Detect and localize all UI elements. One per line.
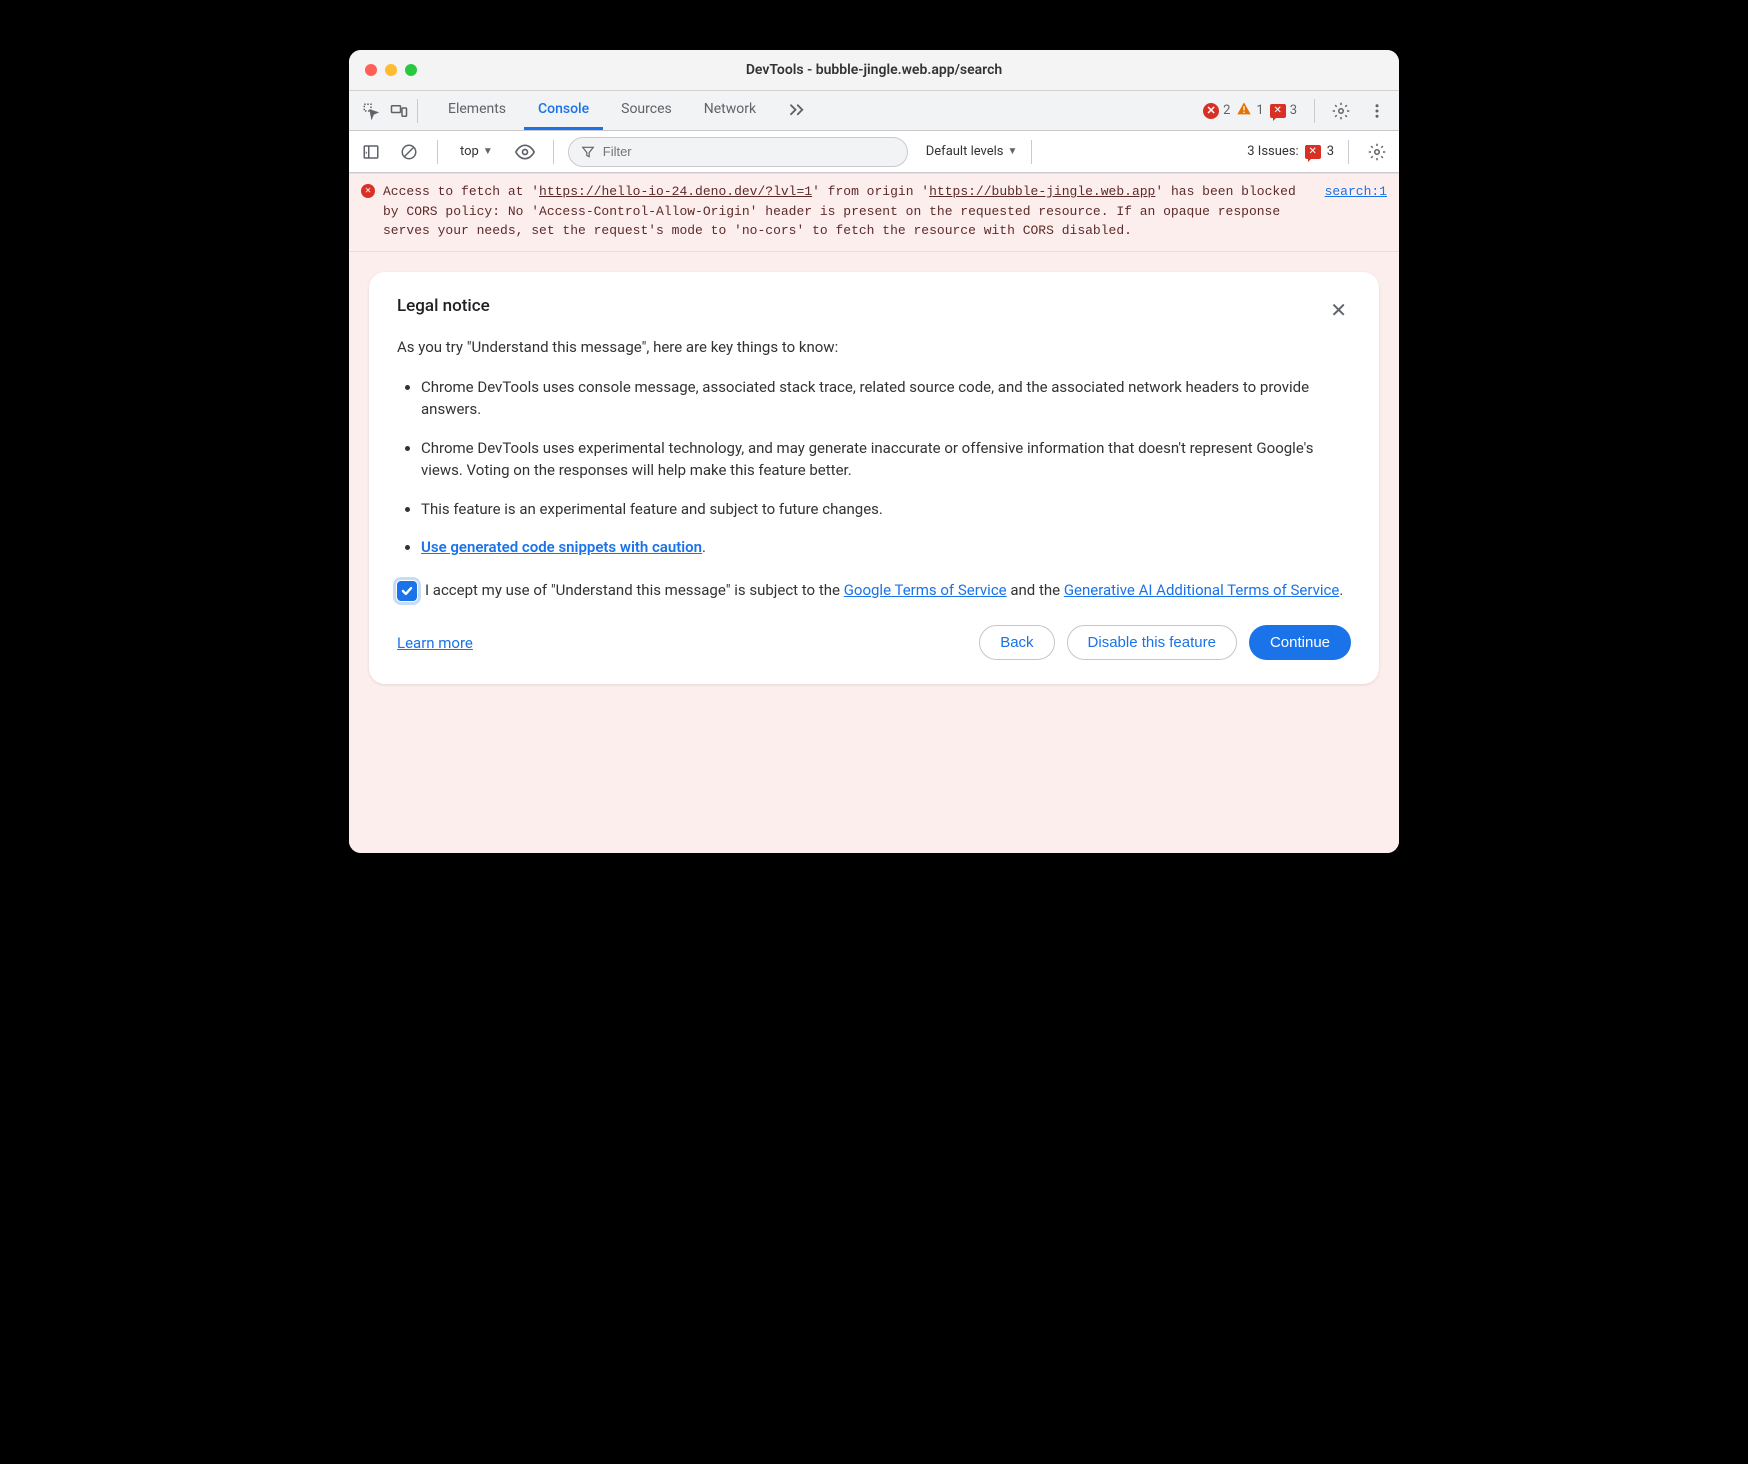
dialog-intro: As you try "Understand this message", he… bbox=[397, 338, 1351, 356]
maximize-window-button[interactable] bbox=[405, 64, 417, 76]
settings-icon[interactable] bbox=[1327, 97, 1355, 125]
divider bbox=[1348, 140, 1349, 164]
dialog-list: Chrome DevTools uses console message, as… bbox=[397, 376, 1351, 559]
warning-icon bbox=[1236, 101, 1252, 121]
dialog-header: Legal notice ✕ bbox=[397, 296, 1351, 324]
levels-label: Default levels bbox=[926, 144, 1004, 159]
levels-selector[interactable]: Default levels ▼ bbox=[926, 144, 1018, 159]
inspect-icon[interactable] bbox=[357, 97, 385, 125]
dialog-bullet: This feature is an experimental feature … bbox=[421, 498, 1351, 521]
divider bbox=[553, 140, 554, 164]
console-error-row[interactable]: ✕ Access to fetch at 'https://hello-io-2… bbox=[349, 173, 1399, 252]
console-body[interactable]: ✕ Access to fetch at 'https://hello-io-2… bbox=[349, 173, 1399, 853]
error-count: 2 bbox=[1223, 103, 1230, 118]
clear-console-icon[interactable] bbox=[395, 138, 423, 166]
chevron-down-icon: ▼ bbox=[1008, 146, 1018, 157]
error-source-link[interactable]: search:1 bbox=[1325, 182, 1387, 202]
chat-error-icon: ✕ bbox=[1270, 104, 1286, 118]
dialog-footer: Learn more Back Disable this feature Con… bbox=[397, 625, 1351, 660]
context-label: top bbox=[460, 144, 479, 159]
issues-pill[interactable]: 3 Issues: ✕ 3 bbox=[1247, 144, 1334, 159]
terms-link[interactable]: Google Terms of Service bbox=[844, 581, 1007, 599]
titlebar: DevTools - bubble-jingle.web.app/search bbox=[349, 50, 1399, 91]
error-url-1[interactable]: https://hello-io-24.deno.dev/?lvl=1 bbox=[539, 184, 812, 199]
traffic-lights bbox=[365, 64, 417, 76]
filter-input[interactable] bbox=[603, 144, 895, 159]
minimize-window-button[interactable] bbox=[385, 64, 397, 76]
window-title: DevTools - bubble-jingle.web.app/search bbox=[365, 62, 1383, 78]
divider bbox=[437, 140, 438, 164]
back-button[interactable]: Back bbox=[979, 625, 1054, 660]
error-badge[interactable]: ✕ 2 1 ✕ 3 bbox=[1203, 101, 1302, 121]
dialog-bullet: Chrome DevTools uses experimental techno… bbox=[421, 437, 1351, 482]
disable-button[interactable]: Disable this feature bbox=[1067, 625, 1237, 660]
error-icon: ✕ bbox=[1203, 103, 1219, 119]
toolbar-right: ✕ 2 1 ✕ 3 bbox=[1203, 97, 1391, 125]
filter-box[interactable] bbox=[568, 137, 908, 167]
issues-count: 3 bbox=[1327, 144, 1334, 159]
dialog-title: Legal notice bbox=[397, 296, 490, 316]
gen-ai-terms-link[interactable]: Generative AI Additional Terms of Servic… bbox=[1064, 581, 1340, 599]
tab-sources[interactable]: Sources bbox=[607, 91, 686, 130]
divider bbox=[1314, 99, 1315, 123]
close-window-button[interactable] bbox=[365, 64, 377, 76]
console-toolbar: top ▼ Default levels ▼ 3 Issues: ✕ 3 bbox=[349, 131, 1399, 173]
chat-error-icon: ✕ bbox=[1305, 145, 1321, 159]
console-settings-icon[interactable] bbox=[1363, 138, 1391, 166]
tab-network[interactable]: Network bbox=[690, 91, 770, 130]
context-selector[interactable]: top ▼ bbox=[452, 140, 501, 163]
divider bbox=[417, 99, 418, 123]
sidebar-toggle-icon[interactable] bbox=[357, 138, 385, 166]
more-menu-icon[interactable] bbox=[1363, 97, 1391, 125]
live-expression-icon[interactable] bbox=[511, 138, 539, 166]
tab-console[interactable]: Console bbox=[524, 91, 603, 130]
chevron-down-icon: ▼ bbox=[483, 146, 493, 157]
more-tabs-icon[interactable] bbox=[774, 91, 820, 130]
dialog-buttons: Back Disable this feature Continue bbox=[979, 625, 1351, 660]
tabs: Elements Console Sources Network bbox=[434, 91, 820, 130]
issues-text: 3 Issues: bbox=[1247, 144, 1298, 159]
consent-row: I accept my use of "Understand this mess… bbox=[397, 579, 1351, 602]
dialog-bullet: Use generated code snippets with caution… bbox=[421, 536, 1351, 559]
main-toolbar: Elements Console Sources Network ✕ 2 1 ✕… bbox=[349, 91, 1399, 131]
continue-button[interactable]: Continue bbox=[1249, 625, 1351, 660]
close-icon[interactable]: ✕ bbox=[1326, 296, 1351, 324]
warning-count: 1 bbox=[1256, 103, 1263, 118]
error-text: Access to fetch at 'https://hello-io-24.… bbox=[383, 182, 1309, 241]
chat-count: 3 bbox=[1290, 103, 1297, 118]
filter-icon bbox=[581, 145, 595, 159]
learn-more-link[interactable]: Learn more bbox=[397, 634, 473, 652]
dialog-bullet: Chrome DevTools uses console message, as… bbox=[421, 376, 1351, 421]
error-icon: ✕ bbox=[361, 184, 375, 198]
tab-elements[interactable]: Elements bbox=[434, 91, 520, 130]
consent-text: I accept my use of "Understand this mess… bbox=[425, 579, 1343, 602]
error-url-2[interactable]: https://bubble-jingle.web.app bbox=[929, 184, 1155, 199]
divider bbox=[1031, 140, 1032, 164]
consent-checkbox[interactable] bbox=[397, 581, 417, 601]
device-toggle-icon[interactable] bbox=[385, 97, 413, 125]
legal-notice-dialog: Legal notice ✕ As you try "Understand th… bbox=[369, 272, 1379, 685]
caution-link[interactable]: Use generated code snippets with caution bbox=[421, 538, 702, 556]
devtools-window: DevTools - bubble-jingle.web.app/search … bbox=[349, 50, 1399, 853]
